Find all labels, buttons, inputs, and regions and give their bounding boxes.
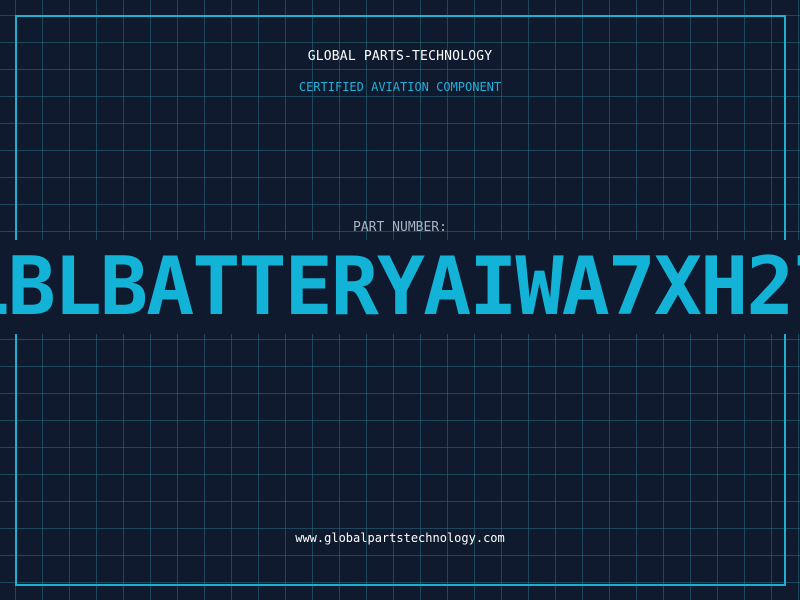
label-canvas: GLOBAL PARTS-TECHNOLOGY CERTIFIED AVIATI… <box>0 0 800 600</box>
company-name: GLOBAL PARTS-TECHNOLOGY <box>307 49 493 64</box>
certification-subtitle: CERTIFIED AVIATION COMPONENT <box>298 80 502 94</box>
website-url: www.globalpartstechnology.com <box>295 531 505 545</box>
part-number-value: LBLBATTERYAIWA7XH27 <box>0 240 800 333</box>
part-number-label: PART NUMBER: <box>353 220 447 235</box>
